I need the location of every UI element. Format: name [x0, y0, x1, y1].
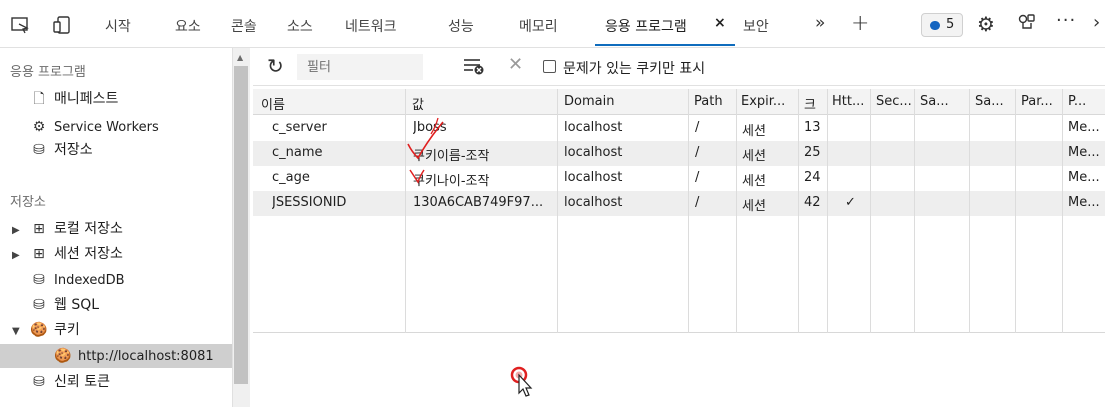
sidebar-item-local-storage[interactable]: ▶ ⊞ 로컬 저장소 [12, 218, 123, 240]
database-icon: ⛁ [33, 272, 45, 288]
inspect-element-icon[interactable] [10, 16, 30, 34]
column-divider[interactable] [557, 89, 558, 333]
table-row[interactable]: c_age 쿠키나이-조작 localhost / 세션 24 Me... [253, 166, 1105, 191]
column-header-expires[interactable]: Expir... [741, 94, 793, 109]
storage-icon: ⛁ [33, 142, 45, 158]
issues-badge[interactable]: 5 [921, 13, 963, 37]
column-header-samesite[interactable]: Sa... [920, 94, 956, 109]
column-header-partition-key[interactable]: Par... [1021, 94, 1057, 109]
active-tab-indicator [595, 44, 735, 46]
delete-selected-icon[interactable]: ✕ [508, 54, 523, 75]
sidebar-scrollbar-thumb[interactable] [234, 66, 248, 384]
column-header-path[interactable]: Path [694, 94, 734, 109]
table-row[interactable]: c_name 쿠키이름-조작 localhost / 세션 25 Me... [253, 141, 1105, 166]
column-header-domain[interactable]: Domain [564, 94, 684, 109]
tab-application[interactable]: 응용 프로그램 [605, 16, 687, 36]
filter-input[interactable] [297, 54, 423, 80]
mouse-cursor-icon [510, 366, 533, 397]
column-divider[interactable] [870, 89, 871, 333]
sidebar-item-service-workers[interactable]: ⚙ Service Workers [30, 116, 159, 138]
more-options-icon[interactable]: ··· [1056, 10, 1076, 31]
expand-triangle-icon[interactable]: ▶ [12, 245, 24, 267]
table-row[interactable]: JSESSIONID 130A6CAB749F97... localhost /… [253, 191, 1105, 216]
column-divider[interactable] [1062, 89, 1063, 333]
column-header-value[interactable]: 값 [412, 94, 552, 113]
tab-console[interactable]: 콘솔 [231, 16, 257, 36]
close-tab-icon[interactable]: × [714, 15, 726, 31]
column-divider[interactable] [914, 89, 915, 333]
scroll-up-arrow-icon[interactable]: ▲ [237, 53, 243, 62]
device-link-icon[interactable] [1017, 12, 1037, 32]
devtools-tab-bar: 시작 요소 콘솔 소스 네트워크 성능 메모리 응용 프로그램 × 보안 » +… [0, 0, 1105, 48]
tab-network[interactable]: 네트워크 [345, 16, 397, 36]
tab-welcome[interactable]: 시작 [105, 16, 131, 36]
grid-icon: ⊞ [33, 221, 45, 237]
tab-memory[interactable]: 메모리 [519, 16, 558, 36]
sidebar-item-indexeddb[interactable]: ⛁ IndexedDB [30, 269, 124, 291]
manifest-icon: 🗋 [33, 91, 45, 107]
column-divider[interactable] [827, 89, 828, 333]
database-icon: ⛁ [33, 374, 45, 390]
grid-icon: ⊞ [33, 246, 45, 262]
sidebar-item-session-storage[interactable]: ▶ ⊞ 세션 저장소 [12, 243, 123, 265]
clear-all-cookies-icon[interactable] [463, 57, 485, 75]
settings-gear-icon[interactable]: ⚙ [977, 12, 995, 36]
cookies-panel: ↻ ✕ 문제가 있는 쿠키만 표시 이름 값 Domain Path Expir… [253, 48, 1105, 407]
column-header-httponly[interactable]: Htt... [832, 94, 868, 109]
database-icon: ⛁ [33, 297, 45, 313]
cookie-icon: 🍪 [30, 322, 48, 338]
tab-elements[interactable]: 요소 [175, 16, 201, 36]
issues-count: 5 [946, 17, 955, 32]
column-divider[interactable] [1015, 89, 1016, 333]
issues-icon [930, 21, 940, 30]
column-divider[interactable] [405, 89, 406, 333]
sidebar-item-storage[interactable]: ⛁ 저장소 [30, 139, 93, 161]
column-divider[interactable] [969, 89, 970, 333]
more-tabs-icon[interactable]: » [815, 13, 825, 33]
cookies-table: 이름 값 Domain Path Expir... 크 Htt... Sec..… [253, 89, 1105, 333]
collapse-triangle-icon[interactable]: ▼ [12, 321, 24, 343]
column-divider[interactable] [736, 89, 737, 333]
column-header-size[interactable]: 크 [804, 94, 826, 113]
cookie-icon: 🍪 [54, 348, 72, 364]
only-issues-label: 문제가 있는 쿠키만 표시 [563, 61, 706, 77]
tab-sources[interactable]: 소스 [287, 16, 313, 36]
expand-triangle-icon[interactable]: ▶ [12, 220, 24, 242]
sidebar-item-manifest[interactable]: 🗋 매니페스트 [30, 88, 118, 110]
add-tab-icon[interactable]: + [851, 11, 869, 36]
device-emulation-icon[interactable] [52, 16, 72, 34]
sidebar-item-trust-tokens[interactable]: ⛁ 신뢰 토큰 [30, 371, 110, 393]
column-header-sameparty[interactable]: Sa... [975, 94, 1011, 109]
sidebar-item-cookie-origin[interactable]: 🍪 http://localhost:8081 [54, 345, 213, 367]
section-heading-application: 응용 프로그램 [10, 65, 86, 80]
refresh-icon[interactable]: ↻ [267, 54, 284, 78]
column-header-name[interactable]: 이름 [261, 94, 401, 113]
chevron-right-icon[interactable]: › [1093, 12, 1100, 33]
column-divider[interactable] [798, 89, 799, 333]
column-header-priority[interactable]: P... [1068, 94, 1104, 109]
sidebar-item-web-sql[interactable]: ⛁ 웹 SQL [30, 294, 99, 316]
table-header: 이름 값 Domain Path Expir... 크 Htt... Sec..… [253, 89, 1105, 115]
tab-security[interactable]: 보안 [743, 16, 769, 36]
tab-performance[interactable]: 성능 [448, 16, 474, 36]
column-divider[interactable] [688, 89, 689, 333]
column-header-secure[interactable]: Sec... [876, 94, 912, 109]
cookies-toolbar: ↻ ✕ 문제가 있는 쿠키만 표시 [253, 48, 1105, 86]
gear-icon: ⚙ [32, 119, 46, 135]
sidebar-item-cookies[interactable]: ▼ 🍪 쿠키 [12, 319, 80, 341]
section-heading-storage: 저장소 [10, 195, 46, 210]
application-sidebar: 응용 프로그램 🗋 매니페스트 ⚙ Service Workers ⛁ 저장소 저장소… [0, 48, 250, 407]
table-row[interactable]: c_server Jboss localhost / 세션 13 Me... [253, 116, 1105, 141]
only-issues-checkbox[interactable] [543, 60, 556, 73]
